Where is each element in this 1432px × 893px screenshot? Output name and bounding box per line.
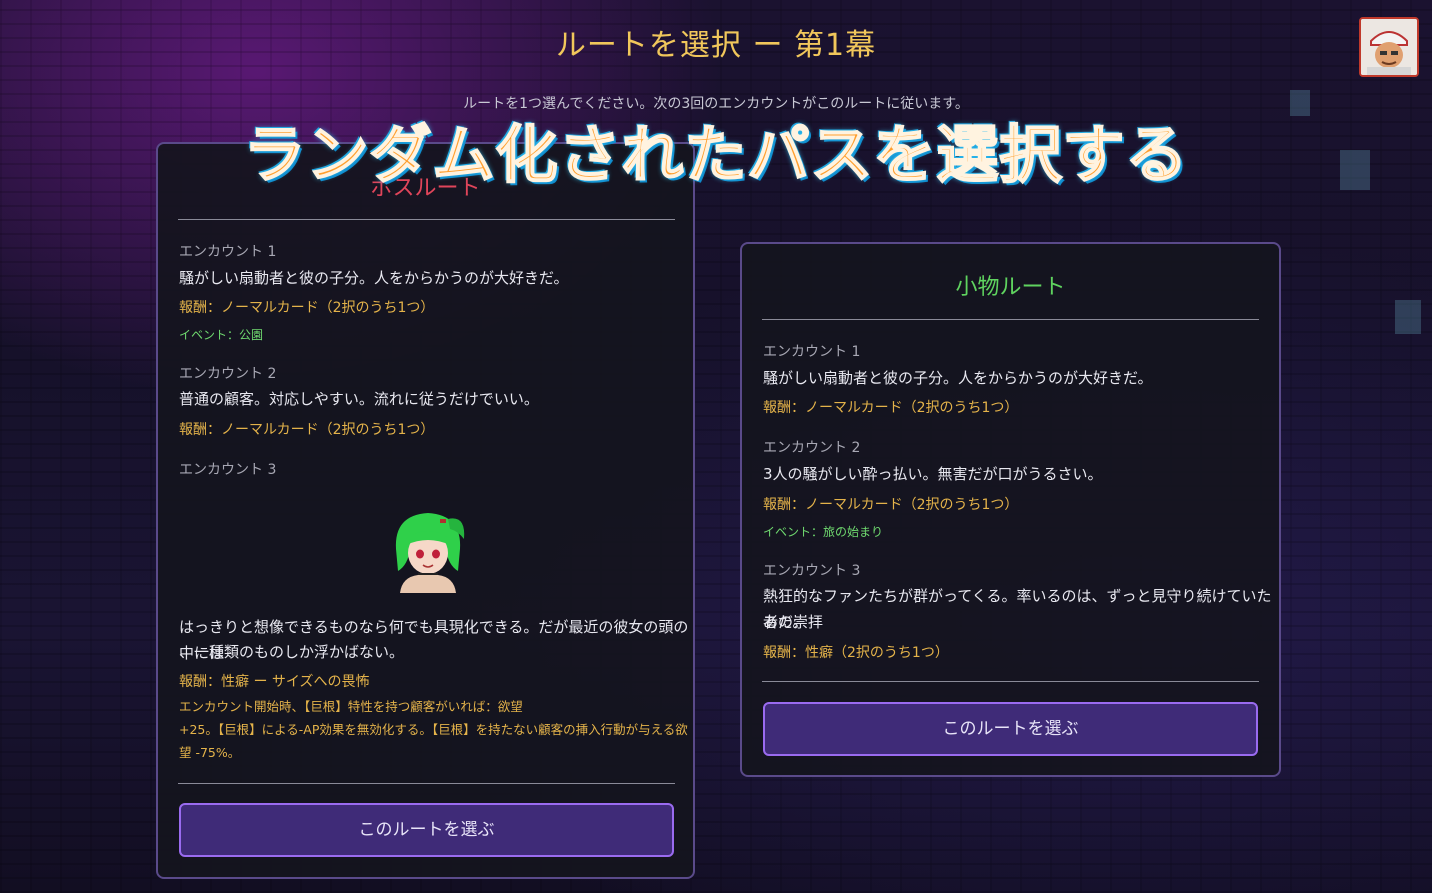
encounter-description: 者だ。 — [763, 613, 808, 631]
route-card-boss: ボスルート エンカウント 1 騒がしい扇動者と彼の子分。人をからかうのが大好きだ… — [156, 142, 695, 879]
encounter-label: エンカウント 2 — [179, 366, 277, 382]
encounter-description: 騒がしい扇動者と彼の子分。人をからかうのが大好きだ。 — [763, 369, 1153, 387]
encounter-reward: 報酬：性癖（2択のうち1つ） — [763, 645, 949, 661]
encounter-reward: 報酬：性癖 ー サイズへの畏怖 — [179, 674, 370, 690]
encounter-event: イベント：旅の始まり — [763, 525, 884, 539]
page-subtitle: ルートを1つ選んでください。次の3回のエンカウントがこのルートに従います。 — [463, 96, 969, 112]
divider — [178, 783, 675, 784]
divider — [762, 681, 1259, 682]
choose-route-button[interactable]: このルートを選ぶ — [763, 702, 1258, 756]
choose-route-button[interactable]: このルートを選ぶ — [179, 803, 674, 857]
encounter-description: 、一種類のものしか浮かばない。 — [179, 643, 405, 661]
perk-effect-text: 望 -75%。 — [179, 745, 241, 760]
route-card-minor: 小物ルート エンカウント 1 騒がしい扇動者と彼の子分。人をからかうのが大好きだ… — [740, 242, 1281, 777]
encounter-reward: 報酬：ノーマルカード（2択のうち1つ） — [179, 422, 435, 438]
divider — [762, 319, 1259, 320]
perk-effect-text: +25。【巨根】による-AP効果を無効化する。【巨根】を持たない顧客の挿入行動が… — [179, 722, 688, 737]
encounter-label: エンカウント 1 — [763, 344, 861, 360]
page-title: ルートを選択 ー 第1幕 — [555, 28, 877, 63]
encounter-label: エンカウント 3 — [179, 462, 277, 478]
player-portrait-icon[interactable] — [1359, 17, 1419, 77]
background-window — [1340, 150, 1370, 190]
encounter-reward: 報酬：ノーマルカード（2択のうち1つ） — [179, 300, 435, 316]
encounter-description: 3人の騒がしい酔っ払い。無害だが口がうるさい。 — [763, 465, 1103, 483]
encounter-reward: 報酬：ノーマルカード（2択のうち1つ） — [763, 497, 1019, 513]
encounter-label: エンカウント 1 — [179, 244, 277, 260]
background-window — [1395, 300, 1421, 334]
perk-effect-text: エンカウント開始時、【巨根】特性を持つ顧客がいれば：欲望 — [179, 699, 523, 714]
encounter-description: 普通の顧客。対応しやすい。流れに従うだけでいい。 — [179, 390, 539, 408]
green-haired-boss-portrait-icon — [388, 509, 468, 593]
route-title: 小物ルート — [955, 275, 1066, 300]
encounter-reward: 報酬：ノーマルカード（2択のうち1つ） — [763, 400, 1019, 416]
encounter-label: エンカウント 3 — [763, 563, 861, 579]
encounter-event: イベント：公園 — [179, 328, 264, 342]
divider — [178, 219, 675, 220]
encounter-description: 騒がしい扇動者と彼の子分。人をからかうのが大好きだ。 — [179, 269, 569, 287]
encounter-description: 熱狂的なファンたちが群がってくる。率いるのは、ずっと見守り続けていたあの崇拝 — [763, 587, 1272, 631]
encounter-label: エンカウント 2 — [763, 440, 861, 456]
route-title: ボスルート — [370, 176, 481, 201]
